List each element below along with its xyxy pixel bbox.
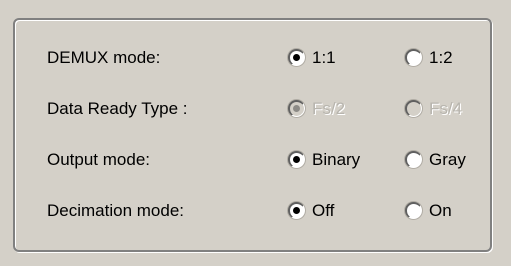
demux-mode-label: DEMUX mode:	[47, 48, 161, 67]
demux-mode-1-2-radio[interactable]	[405, 49, 422, 66]
output-mode-binary-radio[interactable]	[288, 151, 305, 168]
demux-mode-1-1-label[interactable]: 1:1	[312, 48, 336, 68]
decimation-mode-off-radio[interactable]	[288, 202, 305, 219]
decimation-mode-on-label[interactable]: On	[429, 201, 452, 221]
decimation-mode-off-label[interactable]: Off	[312, 201, 334, 221]
output-mode-label: Output mode:	[47, 150, 151, 169]
demux-mode-1-2-label[interactable]: 1:2	[429, 48, 453, 68]
output-mode-binary-label[interactable]: Binary	[312, 150, 360, 170]
decimation-mode-label: Decimation mode:	[47, 201, 185, 220]
demux-mode-1-1-radio[interactable]	[288, 49, 305, 66]
output-mode-row: Output mode: Binary Gray	[15, 145, 490, 175]
output-mode-gray-label[interactable]: Gray	[429, 150, 466, 170]
output-mode-gray-radio[interactable]	[405, 151, 422, 168]
data-ready-fs2-label: Fs/2	[312, 99, 346, 118]
data-ready-type-label: Data Ready Type :	[47, 99, 188, 118]
demux-mode-row: DEMUX mode: 1:1 1:2	[15, 43, 490, 73]
data-ready-fs2-radio	[288, 100, 305, 117]
settings-groupbox: DEMUX mode: 1:1 1:2 Data Ready Type : Fs…	[13, 18, 492, 252]
decimation-mode-row: Decimation mode: Off On	[15, 196, 490, 226]
decimation-mode-on-radio[interactable]	[405, 202, 422, 219]
data-ready-type-row: Data Ready Type : Fs/2 Fs/4	[15, 94, 490, 124]
data-ready-fs4-radio	[405, 100, 422, 117]
data-ready-fs4-label: Fs/4	[429, 99, 463, 118]
